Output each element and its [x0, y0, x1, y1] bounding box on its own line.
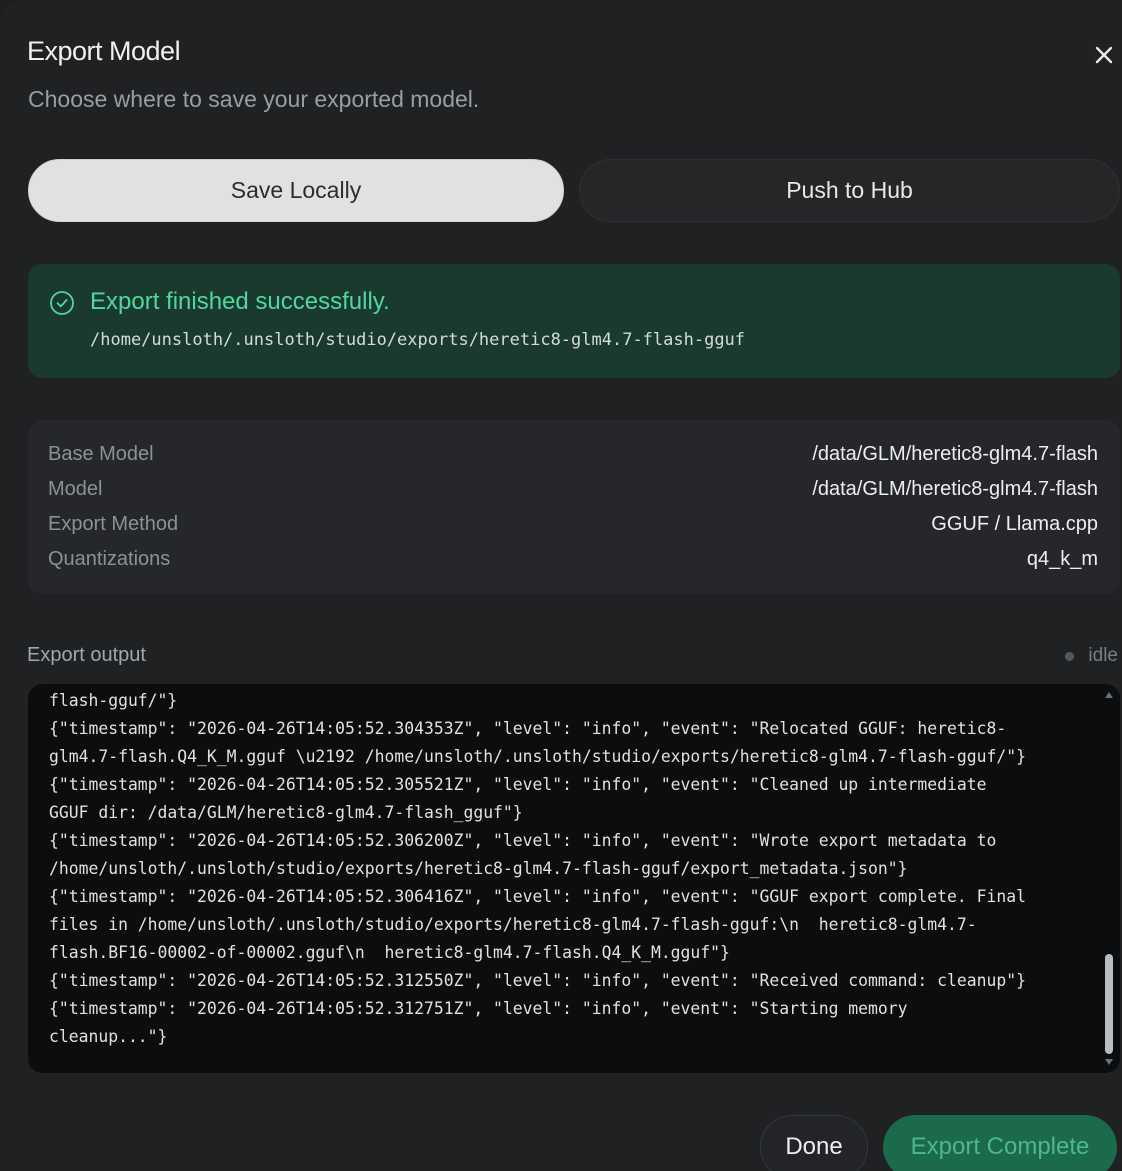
detail-row-model: Model /data/GLM/heretic8-glm4.7-flash — [48, 474, 1098, 504]
log-line: flash.BF16-00002-of-00002.gguf\n heretic… — [49, 943, 730, 962]
detail-label: Base Model — [48, 442, 154, 465]
log-line: flash-gguf/"} — [49, 691, 178, 710]
log-scrollbar[interactable] — [1104, 690, 1114, 1067]
log-line: files in /home/unsloth/.unsloth/studio/e… — [49, 915, 977, 934]
log-line: {"timestamp": "2026-04-26T14:05:52.30435… — [49, 719, 1007, 738]
destination-toggle: Save Locally Push to Hub — [28, 159, 1120, 222]
detail-label: Quantizations — [48, 547, 171, 570]
log-line: {"timestamp": "2026-04-26T14:05:52.30552… — [49, 775, 987, 794]
log-line: {"timestamp": "2026-04-26T14:05:52.30641… — [49, 887, 1026, 906]
push-to-hub-button[interactable]: Push to Hub — [579, 159, 1120, 222]
log-text: flash-gguf/"} {"timestamp": "2026-04-26T… — [49, 687, 1089, 1051]
export-output-log[interactable]: flash-gguf/"} {"timestamp": "2026-04-26T… — [28, 684, 1120, 1073]
detail-value: GGUF / Llama.cpp — [931, 512, 1098, 535]
dialog-subtitle: Choose where to save your exported model… — [28, 86, 480, 112]
log-line: {"timestamp": "2026-04-26T14:05:52.31275… — [49, 999, 908, 1018]
export-details-panel: Base Model /data/GLM/heretic8-glm4.7-fla… — [28, 420, 1120, 594]
status-indicator: idle — [1065, 645, 1118, 667]
detail-row-quantizations: Quantizations q4_k_m — [48, 544, 1098, 574]
scroll-down-icon[interactable] — [1105, 1059, 1113, 1065]
log-line: GGUF dir: /data/GLM/heretic8-glm4.7-flas… — [49, 803, 523, 822]
export-model-dialog: Export Model Choose where to save your e… — [0, 0, 1122, 1171]
detail-row-export-method: Export Method GGUF / Llama.cpp — [48, 509, 1098, 539]
export-output-label: Export output — [27, 644, 146, 666]
done-button[interactable]: Done — [760, 1115, 868, 1171]
log-line: glm4.7-flash.Q4_K_M.gguf \u2192 /home/un… — [49, 747, 1026, 766]
dialog-title: Export Model — [27, 36, 181, 66]
detail-label: Export Method — [48, 512, 179, 535]
export-complete-button[interactable]: Export Complete — [883, 1115, 1117, 1171]
success-banner: Export finished successfully. /home/unsl… — [28, 264, 1120, 378]
detail-value: /data/GLM/heretic8-glm4.7-flash — [812, 442, 1098, 465]
log-line: /home/unsloth/.unsloth/studio/exports/he… — [49, 859, 908, 878]
close-icon[interactable] — [1089, 40, 1119, 70]
detail-value: q4_k_m — [1026, 547, 1098, 570]
log-line: {"timestamp": "2026-04-26T14:05:52.30620… — [49, 831, 997, 850]
save-locally-button[interactable]: Save Locally — [28, 159, 564, 222]
success-title: Export finished successfully. — [90, 288, 390, 315]
detail-label: Model — [48, 477, 103, 500]
status-text: idle — [1088, 645, 1118, 666]
export-path: /home/unsloth/.unsloth/studio/exports/he… — [90, 330, 746, 350]
status-dot-icon — [1065, 651, 1075, 661]
log-line: cleanup..."} — [49, 1027, 168, 1046]
scroll-up-icon[interactable] — [1105, 692, 1113, 698]
detail-value: /data/GLM/heretic8-glm4.7-flash — [812, 477, 1098, 500]
log-line: {"timestamp": "2026-04-26T14:05:52.31255… — [49, 971, 1026, 990]
scrollbar-thumb[interactable] — [1105, 954, 1113, 1054]
detail-row-base-model: Base Model /data/GLM/heretic8-glm4.7-fla… — [48, 439, 1098, 469]
check-circle-icon — [49, 290, 75, 316]
